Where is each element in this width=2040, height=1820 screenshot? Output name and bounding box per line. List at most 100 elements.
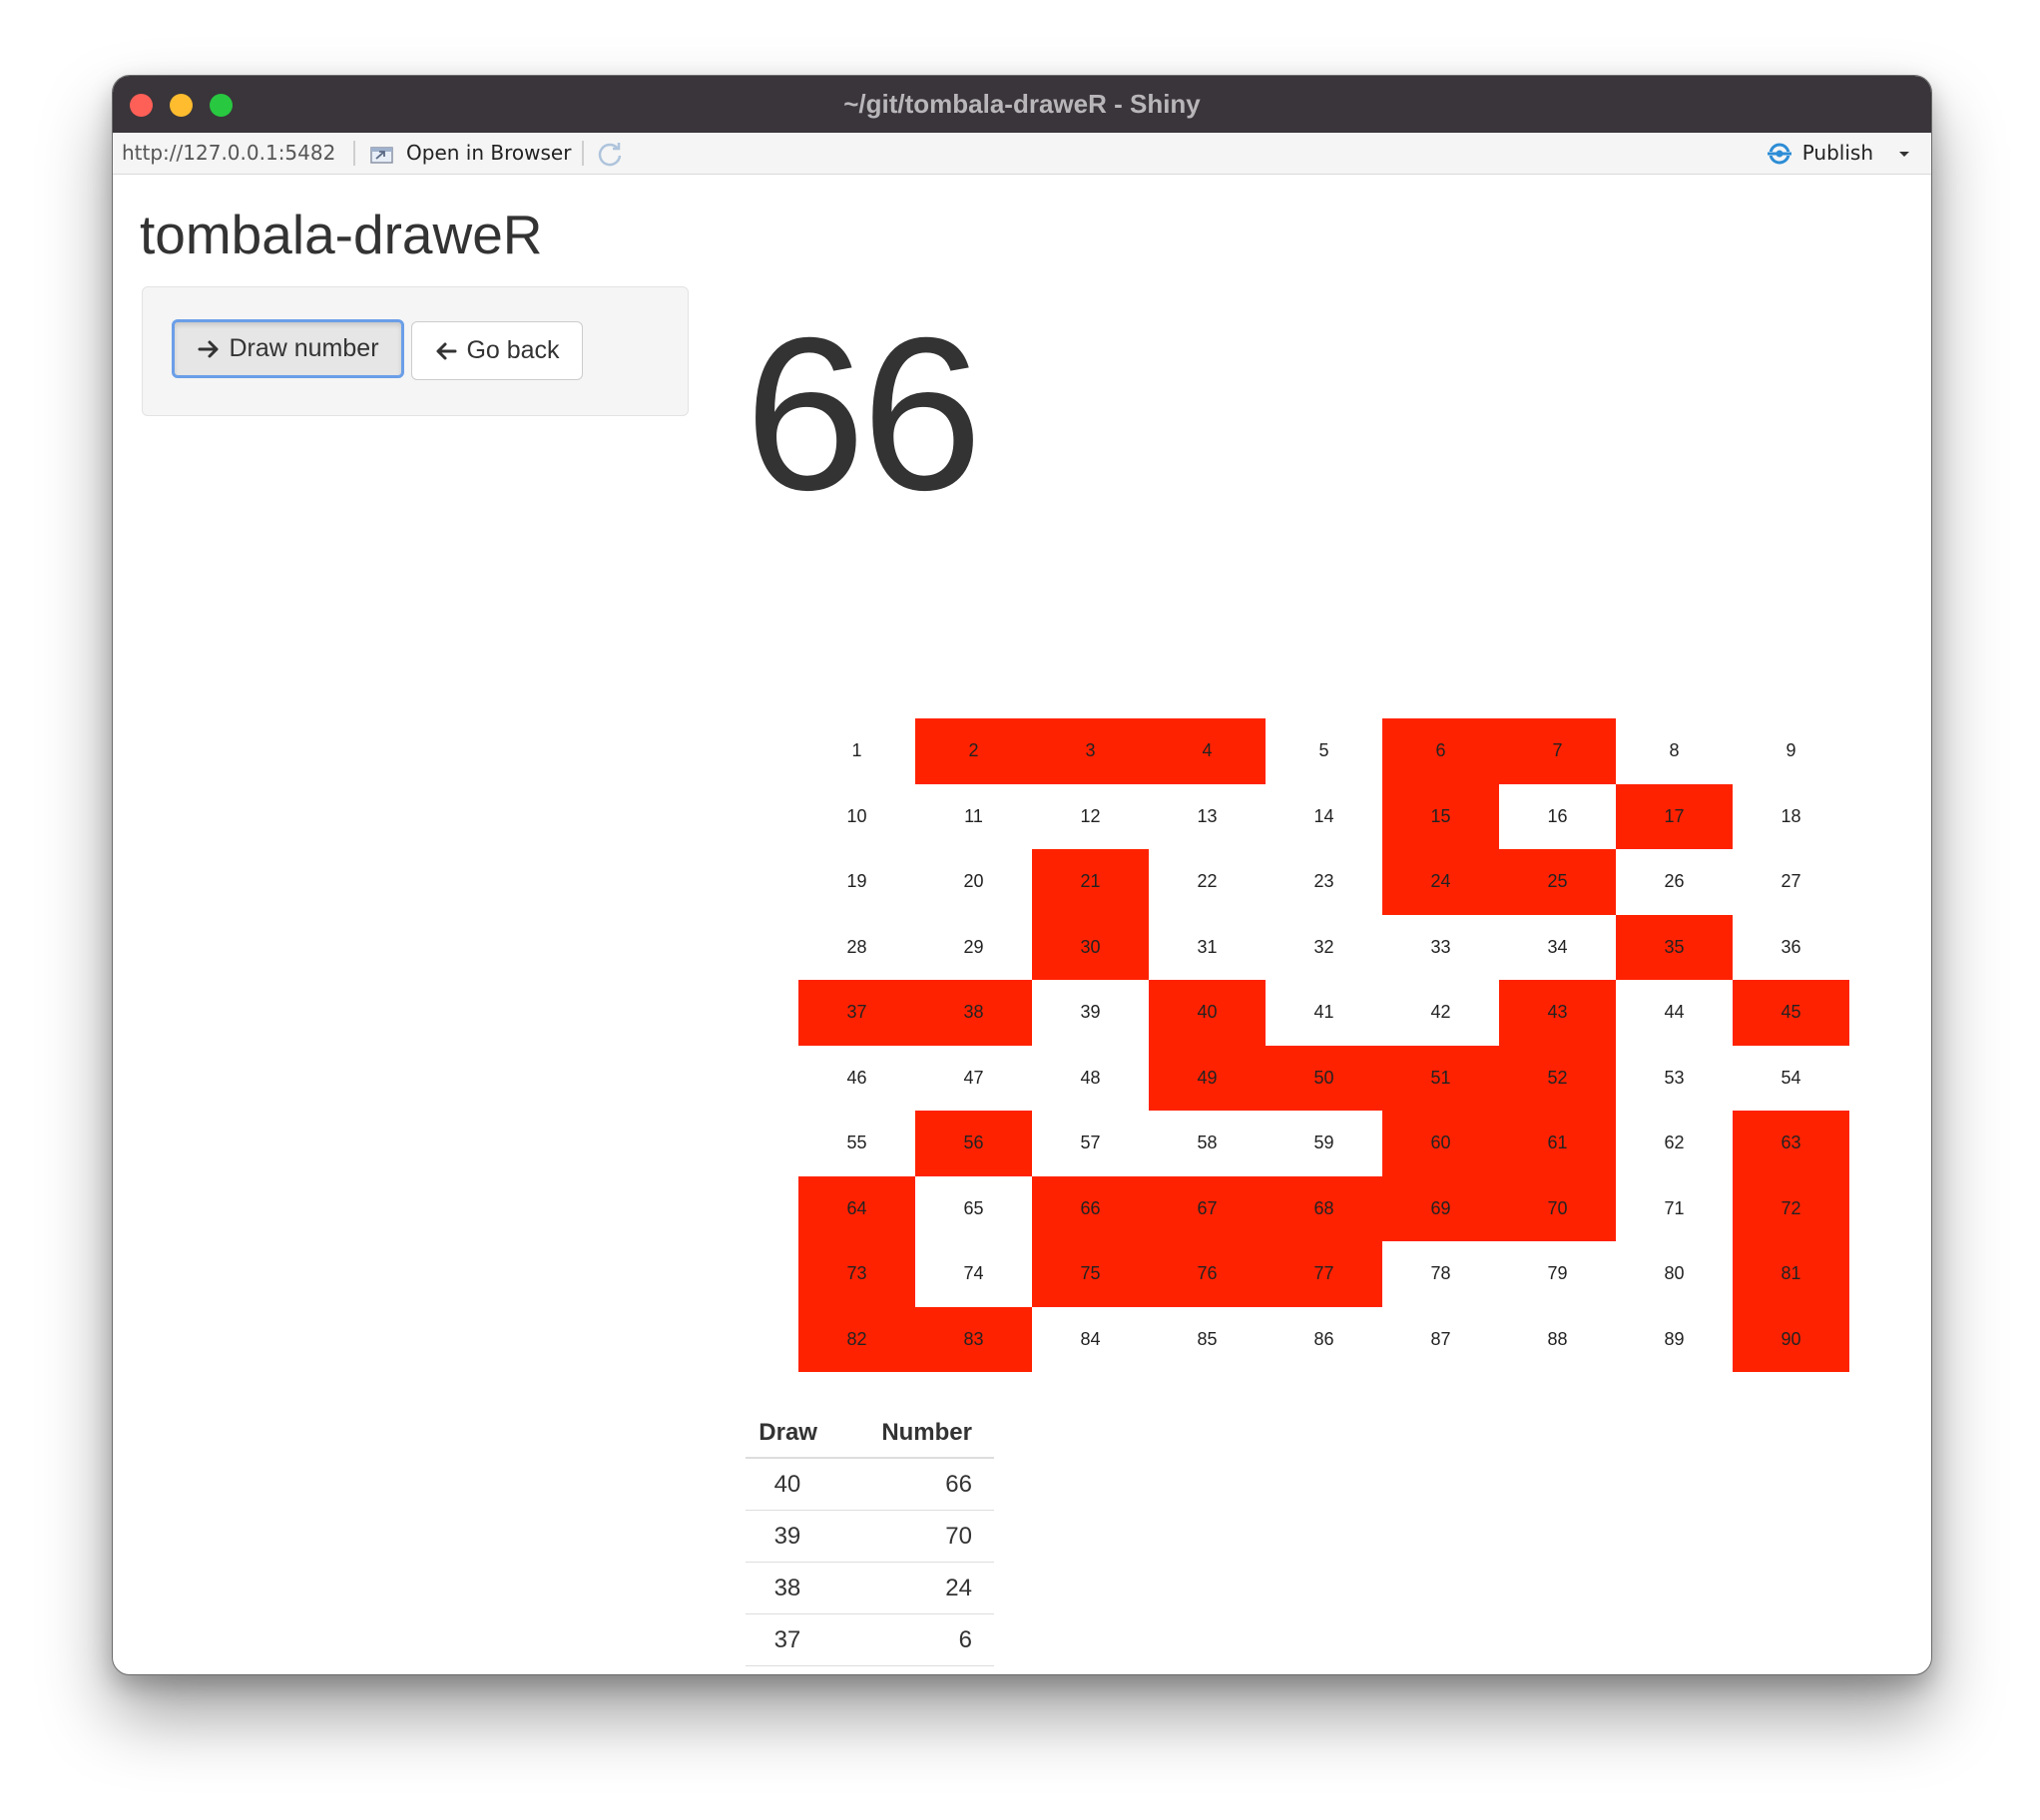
board-cell-drawn: 52 [1499,1045,1616,1111]
board-cell-drawn: 75 [1032,1241,1149,1307]
board-cell: 13 [1149,783,1266,849]
board-cell-drawn: 64 [798,1175,915,1241]
number-cell: 82 [830,1666,994,1675]
board-cell: 79 [1499,1241,1616,1307]
board-cell: 54 [1733,1045,1849,1111]
url-display: http://127.0.0.1:5482 [122,141,336,165]
arrow-right-icon [198,340,219,357]
board-cell-drawn: 72 [1733,1175,1849,1241]
board-cell: 8 [1616,718,1733,784]
board-cell: 87 [1382,1306,1499,1372]
board-cell-drawn: 43 [1499,980,1616,1046]
board-cell-drawn: 38 [915,980,1032,1046]
board-cell-drawn: 25 [1499,849,1616,915]
board-cell: 34 [1499,914,1616,980]
number-cell: 66 [830,1458,994,1511]
board-cell: 11 [915,783,1032,849]
board-cell: 57 [1032,1111,1149,1176]
board-cell: 39 [1032,980,1149,1046]
screen: ~/git/tombala-draweR - Shiny http://127.… [0,0,2040,1820]
board-cell: 80 [1616,1241,1733,1307]
board-cell-drawn: 66 [1032,1175,1149,1241]
chevron-down-icon[interactable] [1895,146,1913,162]
current-number: 66 [745,293,982,536]
board-cell: 32 [1266,914,1382,980]
board-cell: 16 [1499,783,1616,849]
publish-label: Publish [1801,141,1873,165]
open-in-browser-button[interactable]: Open in Browser [368,133,571,174]
column-header-draw: Draw [746,1408,831,1459]
board-cell: 89 [1616,1306,1733,1372]
sidebar-panel: Draw number Go back [142,286,689,416]
board-cell-drawn: 49 [1149,1045,1266,1111]
board-cell-drawn: 76 [1149,1241,1266,1307]
board-cell-drawn: 81 [1733,1241,1849,1307]
board-cell-drawn: 68 [1266,1175,1382,1241]
publish-button[interactable]: Publish [1765,133,1913,174]
app-content: tombala-draweR Draw number Go back 66 12… [113,175,1931,1674]
board-cell: 36 [1733,914,1849,980]
table-row: 39 70 [746,1510,994,1563]
board-cell-drawn: 56 [915,1111,1032,1176]
board-cell-drawn: 30 [1032,914,1149,980]
board-cell-drawn: 7 [1499,718,1616,784]
board-cell: 20 [915,849,1032,915]
board-cell: 58 [1149,1111,1266,1176]
board-cell: 26 [1616,849,1733,915]
table-row: 37 6 [746,1613,994,1666]
board-cell: 78 [1382,1241,1499,1307]
table-row: 38 24 [746,1562,994,1614]
board-cell-drawn: 63 [1733,1111,1849,1176]
column-header-number: Number [830,1408,994,1459]
board-cell: 19 [798,849,915,915]
toolbar-divider [353,141,355,166]
board-cell: 65 [915,1175,1032,1241]
draw-cell: 39 [746,1510,831,1563]
board-cell: 86 [1266,1306,1382,1372]
board-cell-drawn: 24 [1382,849,1499,915]
title-bar: ~/git/tombala-draweR - Shiny [113,76,1931,133]
go-back-button[interactable]: Go back [411,321,583,380]
table-row: 36 82 [746,1666,994,1675]
board-cell: 84 [1032,1306,1149,1372]
board-cell-drawn: 61 [1499,1111,1616,1176]
board-cell-drawn: 6 [1382,718,1499,784]
board-cell-drawn: 90 [1733,1306,1849,1372]
board-cell-drawn: 3 [1032,718,1149,784]
viewer-toolbar: http://127.0.0.1:5482 Open in Browser Pu… [113,133,1931,175]
board-cell-drawn: 40 [1149,980,1266,1046]
board-cell: 23 [1266,849,1382,915]
board-cell: 28 [798,914,915,980]
app-window: ~/git/tombala-draweR - Shiny http://127.… [112,75,1932,1675]
board-cell: 85 [1149,1306,1266,1372]
draw-number-button[interactable]: Draw number [172,319,404,378]
board-cell: 42 [1382,980,1499,1046]
board-cell-drawn: 51 [1382,1045,1499,1111]
page-title: tombala-draweR [140,204,543,265]
board-cell-drawn: 2 [915,718,1032,784]
board-cell-drawn: 45 [1733,980,1849,1046]
board-cell-drawn: 70 [1499,1175,1616,1241]
draw-cell: 38 [746,1562,831,1614]
board-cell: 27 [1733,849,1849,915]
table-row: 40 66 [746,1458,994,1511]
draw-cell: 37 [746,1613,831,1666]
draw-cell: 36 [746,1666,830,1675]
board-cell: 55 [798,1111,915,1176]
board-cell: 22 [1149,849,1266,915]
board-cell: 29 [915,914,1032,980]
draw-cell: 40 [746,1458,831,1511]
table-header-row: Draw Number [746,1408,994,1459]
board-cell-drawn: 35 [1616,914,1733,980]
board-cell: 18 [1733,783,1849,849]
refresh-icon[interactable] [596,140,624,168]
board-cell-drawn: 37 [798,980,915,1046]
board-cell: 53 [1616,1045,1733,1111]
board-cell: 48 [1032,1045,1149,1111]
board-cell: 71 [1616,1175,1733,1241]
board-cell-drawn: 15 [1382,783,1499,849]
arrow-left-icon [436,342,457,359]
number-board: 1 2 3 4 5 6 7 8 9 10 11 12 13 14 15 16 17 18 19 20 21 22 23 24 2… [798,718,1849,1372]
board-cell: 5 [1266,718,1382,784]
board-cell: 33 [1382,914,1499,980]
